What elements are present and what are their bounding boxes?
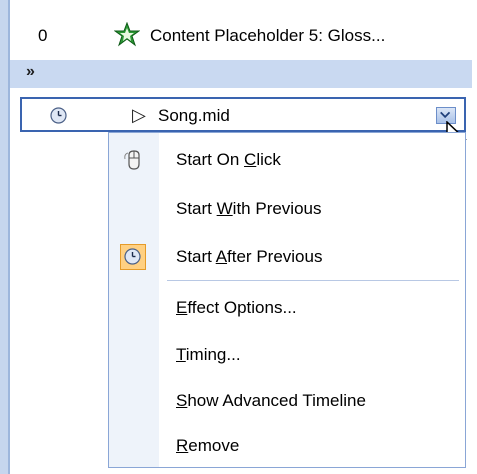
clock-icon xyxy=(50,107,67,124)
menu-item-label: Timing... xyxy=(176,345,241,364)
menu-item-start-after-previous[interactable]: Start After Previous xyxy=(109,237,465,277)
emphasis-star-icon xyxy=(114,22,140,47)
pane-left-border xyxy=(0,0,10,474)
menu-item-label: Show Advanced Timeline xyxy=(176,391,366,410)
menu-item-label: Remove xyxy=(176,436,240,455)
mouse-icon xyxy=(124,150,140,170)
menu-item-timing[interactable]: Timing... xyxy=(109,335,465,375)
selected-animation-item[interactable]: ▷ Song.mid xyxy=(20,97,466,132)
animation-order-number: 0 xyxy=(38,26,48,45)
menu-item-remove[interactable]: Remove xyxy=(109,426,465,466)
menu-item-effect-options[interactable]: Effect Options... xyxy=(109,288,465,328)
play-triangle-icon: ▷ xyxy=(132,105,146,125)
custom-animation-pane: 0 Content Placeholder 5: Gloss... » ▷ So… xyxy=(0,0,477,474)
menu-item-start-on-click[interactable]: Start On Click xyxy=(109,140,465,180)
animation-item-name: Content Placeholder 5: Gloss... xyxy=(150,26,386,45)
clock-icon xyxy=(124,248,141,265)
menu-item-label: Start On Click xyxy=(176,150,281,169)
menu-item-start-with-previous[interactable]: Start With Previous xyxy=(109,189,465,229)
menu-item-show-advanced-timeline[interactable]: Show Advanced Timeline xyxy=(109,381,465,421)
double-chevron-down-icon[interactable]: » xyxy=(26,63,35,81)
animation-list-item[interactable]: 0 Content Placeholder 5: Gloss... xyxy=(10,16,477,56)
menu-item-label: Start With Previous xyxy=(176,199,322,218)
checked-indicator xyxy=(120,244,146,270)
menu-item-label: Start After Previous xyxy=(176,247,323,266)
menu-separator xyxy=(167,280,459,281)
animation-context-menu: Start On Click Start With Previous Start… xyxy=(108,132,466,468)
menu-item-label: Effect Options... xyxy=(176,298,297,317)
animation-item-name: Song.mid xyxy=(158,106,230,125)
expand-contents-bar[interactable]: » xyxy=(10,60,472,88)
